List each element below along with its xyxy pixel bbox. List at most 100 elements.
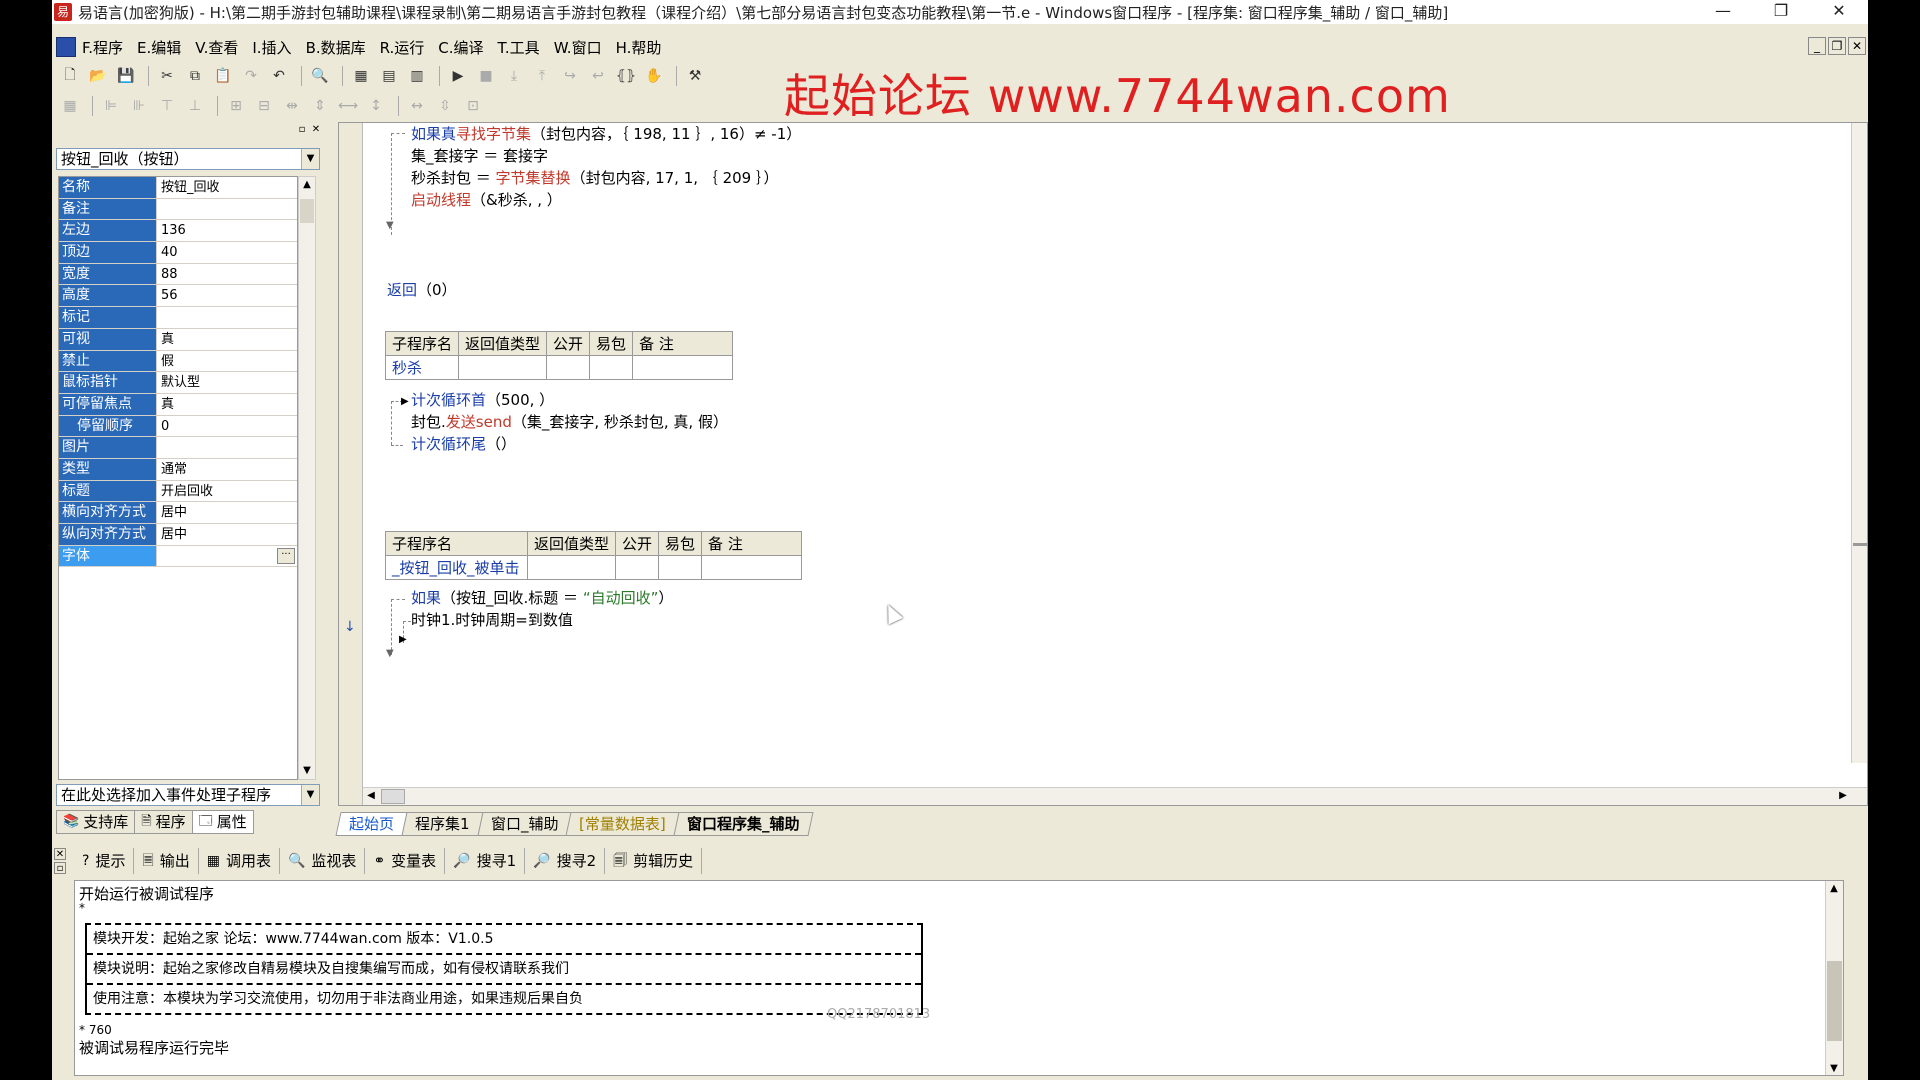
tab-search-1[interactable]: 🔎 搜寻1 — [445, 848, 526, 874]
mdi-document-icon[interactable] — [56, 37, 76, 57]
menu-edit[interactable]: E.编辑 — [137, 37, 181, 58]
menu-run[interactable]: R.运行 — [380, 37, 425, 58]
find-icon[interactable]: 🔍 — [308, 64, 332, 88]
align-left-icon[interactable]: ⊫ — [99, 94, 123, 118]
breakpoint-icon[interactable]: ⦃⦄ — [614, 64, 638, 88]
minimize-button[interactable]: — — [1694, 0, 1752, 24]
prop-row-name[interactable]: 名称 按钮_回收 — [59, 177, 297, 199]
scroll-down-icon[interactable]: ▼ — [1826, 1061, 1842, 1075]
tab-variables[interactable]: ⚭ 变量表 — [365, 848, 446, 874]
hand-icon[interactable]: ✋ — [642, 64, 666, 88]
step-out-icon[interactable]: ↩ — [586, 64, 610, 88]
grid-icon[interactable]: ▦ — [58, 94, 82, 118]
code-line-timer[interactable]: 时钟1.时钟周期=到数值 — [411, 609, 573, 631]
scroll-down-icon[interactable]: ▼ — [299, 763, 315, 779]
tab-clip-history[interactable]: 🗐 剪辑历史 — [605, 848, 703, 874]
align-top-icon[interactable]: ⊤ — [155, 94, 179, 118]
tab-window-program-set-assist[interactable]: 窗口程序集_辅助 — [673, 812, 813, 836]
tab-program[interactable]: 🗎 程序 — [134, 810, 193, 834]
prop-row-cursor[interactable]: 鼠标指针 默认型 — [59, 372, 297, 394]
close-button[interactable]: ✕ — [1810, 0, 1868, 24]
pin-icon[interactable]: ▫ — [296, 124, 308, 136]
size-height-icon[interactable]: ⇳ — [433, 94, 457, 118]
step-over-icon[interactable]: ↪ — [558, 64, 582, 88]
prop-row-focusable[interactable]: 可停留焦点真 — [59, 393, 297, 416]
pin-icon[interactable]: ▫ — [54, 862, 66, 874]
subroutine-name-cell[interactable]: 秒杀 — [384, 355, 460, 380]
same-width-icon[interactable]: ⇹ — [280, 94, 304, 118]
prop-row-top[interactable]: 顶边 40 — [59, 242, 297, 264]
code-line-send[interactable]: 封包.发送send（集_套接字, 秒杀封包, 真, 假） — [411, 411, 728, 433]
layout-1-icon[interactable]: ▦ — [349, 64, 373, 88]
scroll-left-icon[interactable]: ◀ — [363, 788, 379, 804]
menu-database[interactable]: B.数据库 — [306, 37, 366, 58]
tab-properties[interactable]: 🗔 属性 — [191, 810, 254, 834]
tab-output[interactable]: 🗏 输出 — [134, 848, 199, 874]
chevron-down-icon[interactable]: ▼ — [301, 785, 319, 805]
code-line-loop-end[interactable]: 计次循环尾（） — [411, 433, 516, 455]
editor-gutter[interactable]: ↓ — [339, 123, 363, 805]
code-line-if-true[interactable]: 如果真寻找字节集（封包内容，｛ 198, 11 ｝, 16）≠ -1） — [411, 123, 801, 145]
tab-program-set-1[interactable]: 程序集1 — [401, 812, 484, 836]
tab-hint[interactable]: ? 提示 — [74, 848, 135, 874]
prop-row-remark[interactable]: 备注 — [59, 198, 297, 221]
step-into-icon[interactable]: ⤒ — [530, 64, 554, 88]
editor-vertical-scrollbar[interactable] — [1851, 123, 1867, 763]
center-h-icon[interactable]: ⊞ — [224, 94, 248, 118]
tab-order-icon[interactable]: ⊡ — [461, 94, 485, 118]
scroll-thumb[interactable] — [1853, 543, 1867, 546]
prop-row-height[interactable]: 高度 56 — [59, 285, 297, 308]
tab-constant-table[interactable]: [常量数据表] — [565, 812, 680, 836]
code-line-assign-socket[interactable]: 集_套接字 ＝ 套接字 — [411, 145, 548, 167]
prop-row-left[interactable]: 左边 136 — [59, 220, 297, 243]
property-scrollbar[interactable]: ▲ ▼ — [298, 176, 316, 780]
prop-row-font[interactable]: 字体 ··· — [59, 545, 297, 568]
scroll-thumb[interactable] — [300, 199, 314, 223]
new-file-icon[interactable]: 🗋 — [58, 64, 82, 88]
subroutine-name-cell[interactable]: _按钮_回收_被单击 — [385, 555, 528, 580]
mdi-close-button[interactable]: ✕ — [1848, 37, 1866, 55]
prop-row-type[interactable]: 类型 通常 — [59, 458, 297, 481]
copy-icon[interactable]: ⧉ — [183, 64, 207, 88]
tab-window-assist[interactable]: 窗口_辅助 — [477, 812, 572, 836]
layout-2-icon[interactable]: ▤ — [377, 64, 401, 88]
scroll-thumb[interactable] — [1827, 961, 1842, 1041]
open-folder-icon[interactable]: 📂 — [86, 64, 110, 88]
prop-row-disabled[interactable]: 禁止假 — [59, 350, 297, 373]
prop-row-tab-order[interactable]: 停留顺序 0 — [59, 415, 297, 438]
cut-icon[interactable]: ✂ — [155, 64, 179, 88]
space-v-icon[interactable]: ↕ — [364, 94, 388, 118]
font-ellipsis-button[interactable]: ··· — [277, 547, 295, 564]
stop-icon[interactable]: ■ — [474, 64, 498, 88]
prop-row-visible[interactable]: 可视真 — [59, 328, 297, 351]
code-line-start-thread[interactable]: 启动线程（&秒杀, , ） — [411, 189, 562, 211]
code-line-loop-start[interactable]: 计次循环首（500, ） — [411, 389, 554, 411]
size-width-icon[interactable]: ↔ — [405, 94, 429, 118]
object-select[interactable]: 按钮_回收（按钮） ▼ — [56, 148, 320, 170]
code-line-return[interactable]: 返回（0） — [387, 279, 457, 301]
menu-tools[interactable]: T.工具 — [498, 37, 540, 58]
panel-close-icon[interactable]: ✕ — [54, 848, 66, 860]
output-scrollbar[interactable]: ▲ ▼ — [1825, 881, 1843, 1075]
prop-row-caption[interactable]: 标题 开启回收 — [59, 480, 297, 503]
menu-window[interactable]: W.窗口 — [554, 37, 602, 58]
menu-compile[interactable]: C.编译 — [438, 37, 483, 58]
mdi-minimize-button[interactable]: _ — [1808, 37, 1826, 55]
chevron-down-icon[interactable]: ▼ — [301, 149, 319, 169]
prop-row-v-align[interactable]: 纵向对齐方式 居中 — [59, 524, 297, 546]
paste-icon[interactable]: 📋 — [211, 64, 235, 88]
same-height-icon[interactable]: ⇕ — [308, 94, 332, 118]
tab-watch[interactable]: 🔍 监视表 — [280, 848, 366, 874]
panel-close-icon[interactable]: ✕ — [310, 124, 322, 136]
center-v-icon[interactable]: ⊟ — [252, 94, 276, 118]
prop-row-picture[interactable]: 图片 — [59, 437, 297, 459]
run-icon[interactable]: ▶ — [446, 64, 470, 88]
tab-support-library[interactable]: 📚 支持库 — [56, 810, 136, 834]
align-bottom-icon[interactable]: ⊥ — [183, 94, 207, 118]
menu-insert[interactable]: I.插入 — [252, 37, 291, 58]
step-icon[interactable]: ⤓ — [502, 64, 526, 88]
tab-search-2[interactable]: 🔎 搜寻2 — [525, 848, 606, 874]
save-icon[interactable]: 💾 — [114, 64, 138, 88]
align-right-icon[interactable]: ⊪ — [127, 94, 151, 118]
undo-icon[interactable]: ↶ — [267, 64, 291, 88]
